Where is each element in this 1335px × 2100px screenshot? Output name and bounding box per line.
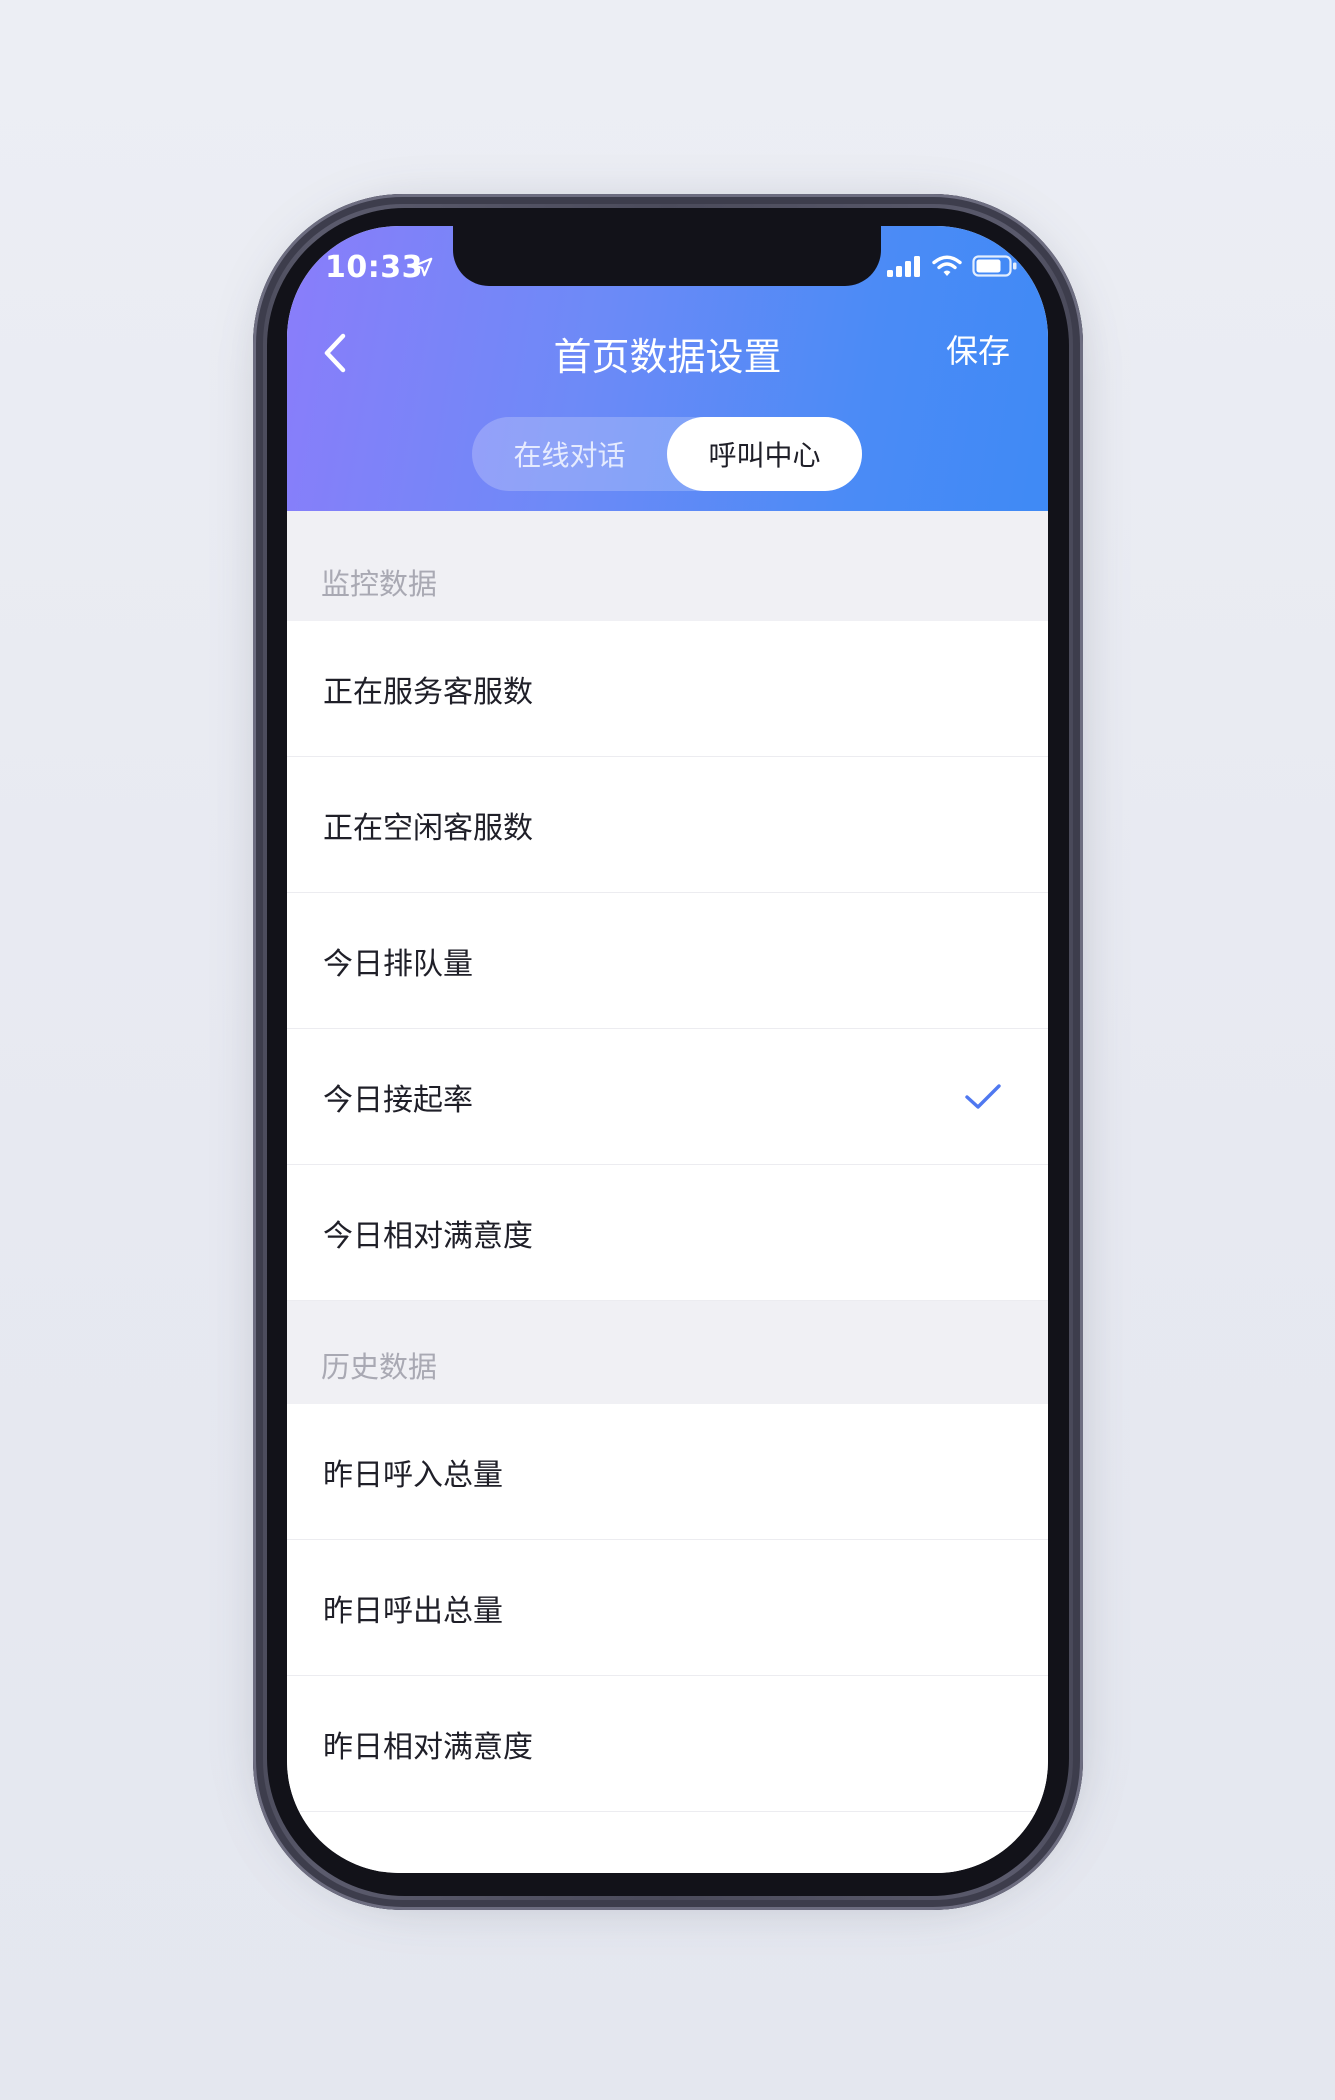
settings-list: 监控数据 正在服务客服数 正在空闲客服数 今日排队量 今日接起率 今日相对满意度… [287,511,1048,1873]
list-item[interactable]: 今日相对满意度 [287,1165,1048,1301]
page-title: 首页数据设置 [553,335,782,379]
list-item[interactable]: 昨日呼入总量 [287,1404,1048,1540]
list-item[interactable]: 正在空闲客服数 [287,757,1048,893]
status-icons [886,254,1018,278]
section-header-history: 历史数据 [287,1301,1048,1404]
list-item[interactable] [287,1812,1048,1873]
list-item[interactable]: 昨日相对满意度 [287,1676,1048,1812]
list-item[interactable]: 今日接起率 [287,1029,1048,1165]
chevron-left-icon[interactable] [311,324,359,382]
section-header-monitoring: 监控数据 [287,511,1048,621]
section-title: 监控数据 [321,567,438,601]
list-item-label: 正在服务客服数 [323,674,533,710]
phone-notch [453,226,881,286]
segmented-control: 在线对话 呼叫中心 [472,417,862,491]
list-item-label: 昨日呼出总量 [323,1593,503,1629]
list-item-label: 今日接起率 [323,1082,473,1118]
tab-online-chat[interactable]: 在线对话 [472,417,667,491]
list-item-label: 正在空闲客服数 [323,810,533,846]
checkmark-icon [965,1083,1001,1109]
app-header: 10:33 首页数据设置 保存 在线对话 呼叫中心 [287,226,1048,511]
tab-call-center[interactable]: 呼叫中心 [667,417,862,491]
location-arrow-icon [413,257,433,277]
list-item[interactable]: 昨日呼出总量 [287,1540,1048,1676]
save-button[interactable]: 保存 [946,326,1010,372]
list-item-label: 昨日相对满意度 [323,1729,533,1765]
list-item-label: 昨日呼入总量 [323,1457,503,1493]
list-item-label: 今日相对满意度 [323,1218,533,1254]
wifi-icon [932,255,962,276]
list-item-label: 今日排队量 [323,946,473,982]
list-item[interactable]: 正在服务客服数 [287,621,1048,757]
phone-screen: 10:33 首页数据设置 保存 在线对话 呼叫中心 监控数据 正在服务客服数 正… [287,226,1048,1873]
cellular-signal-icon [887,256,920,277]
section-title: 历史数据 [321,1350,438,1384]
status-time: 10:33 [325,250,423,285]
battery-icon [972,255,1017,277]
list-item[interactable]: 今日排队量 [287,893,1048,1029]
